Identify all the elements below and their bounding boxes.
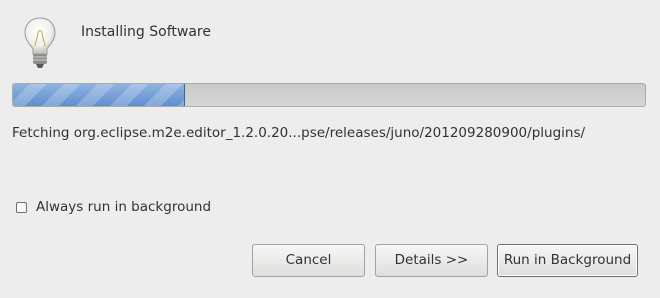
always-run-in-background-checkbox[interactable] (16, 201, 27, 213)
always-run-in-background-option[interactable]: Always run in background (16, 198, 211, 216)
always-run-in-background-label: Always run in background (36, 199, 212, 215)
installing-software-dialog: Installing Software Fetching org.eclipse… (0, 0, 660, 298)
progress-bar (12, 83, 646, 107)
dialog-title: Installing Software (81, 24, 211, 40)
cancel-button[interactable]: Cancel (252, 244, 365, 277)
details-button[interactable]: Details >> (375, 244, 488, 277)
status-message: Fetching org.eclipse.m2e.editor_1.2.0.20… (12, 125, 586, 141)
progress-bar-fill (13, 84, 185, 106)
lightbulb-icon (22, 16, 58, 72)
run-in-background-button[interactable]: Run in Background (497, 244, 638, 277)
